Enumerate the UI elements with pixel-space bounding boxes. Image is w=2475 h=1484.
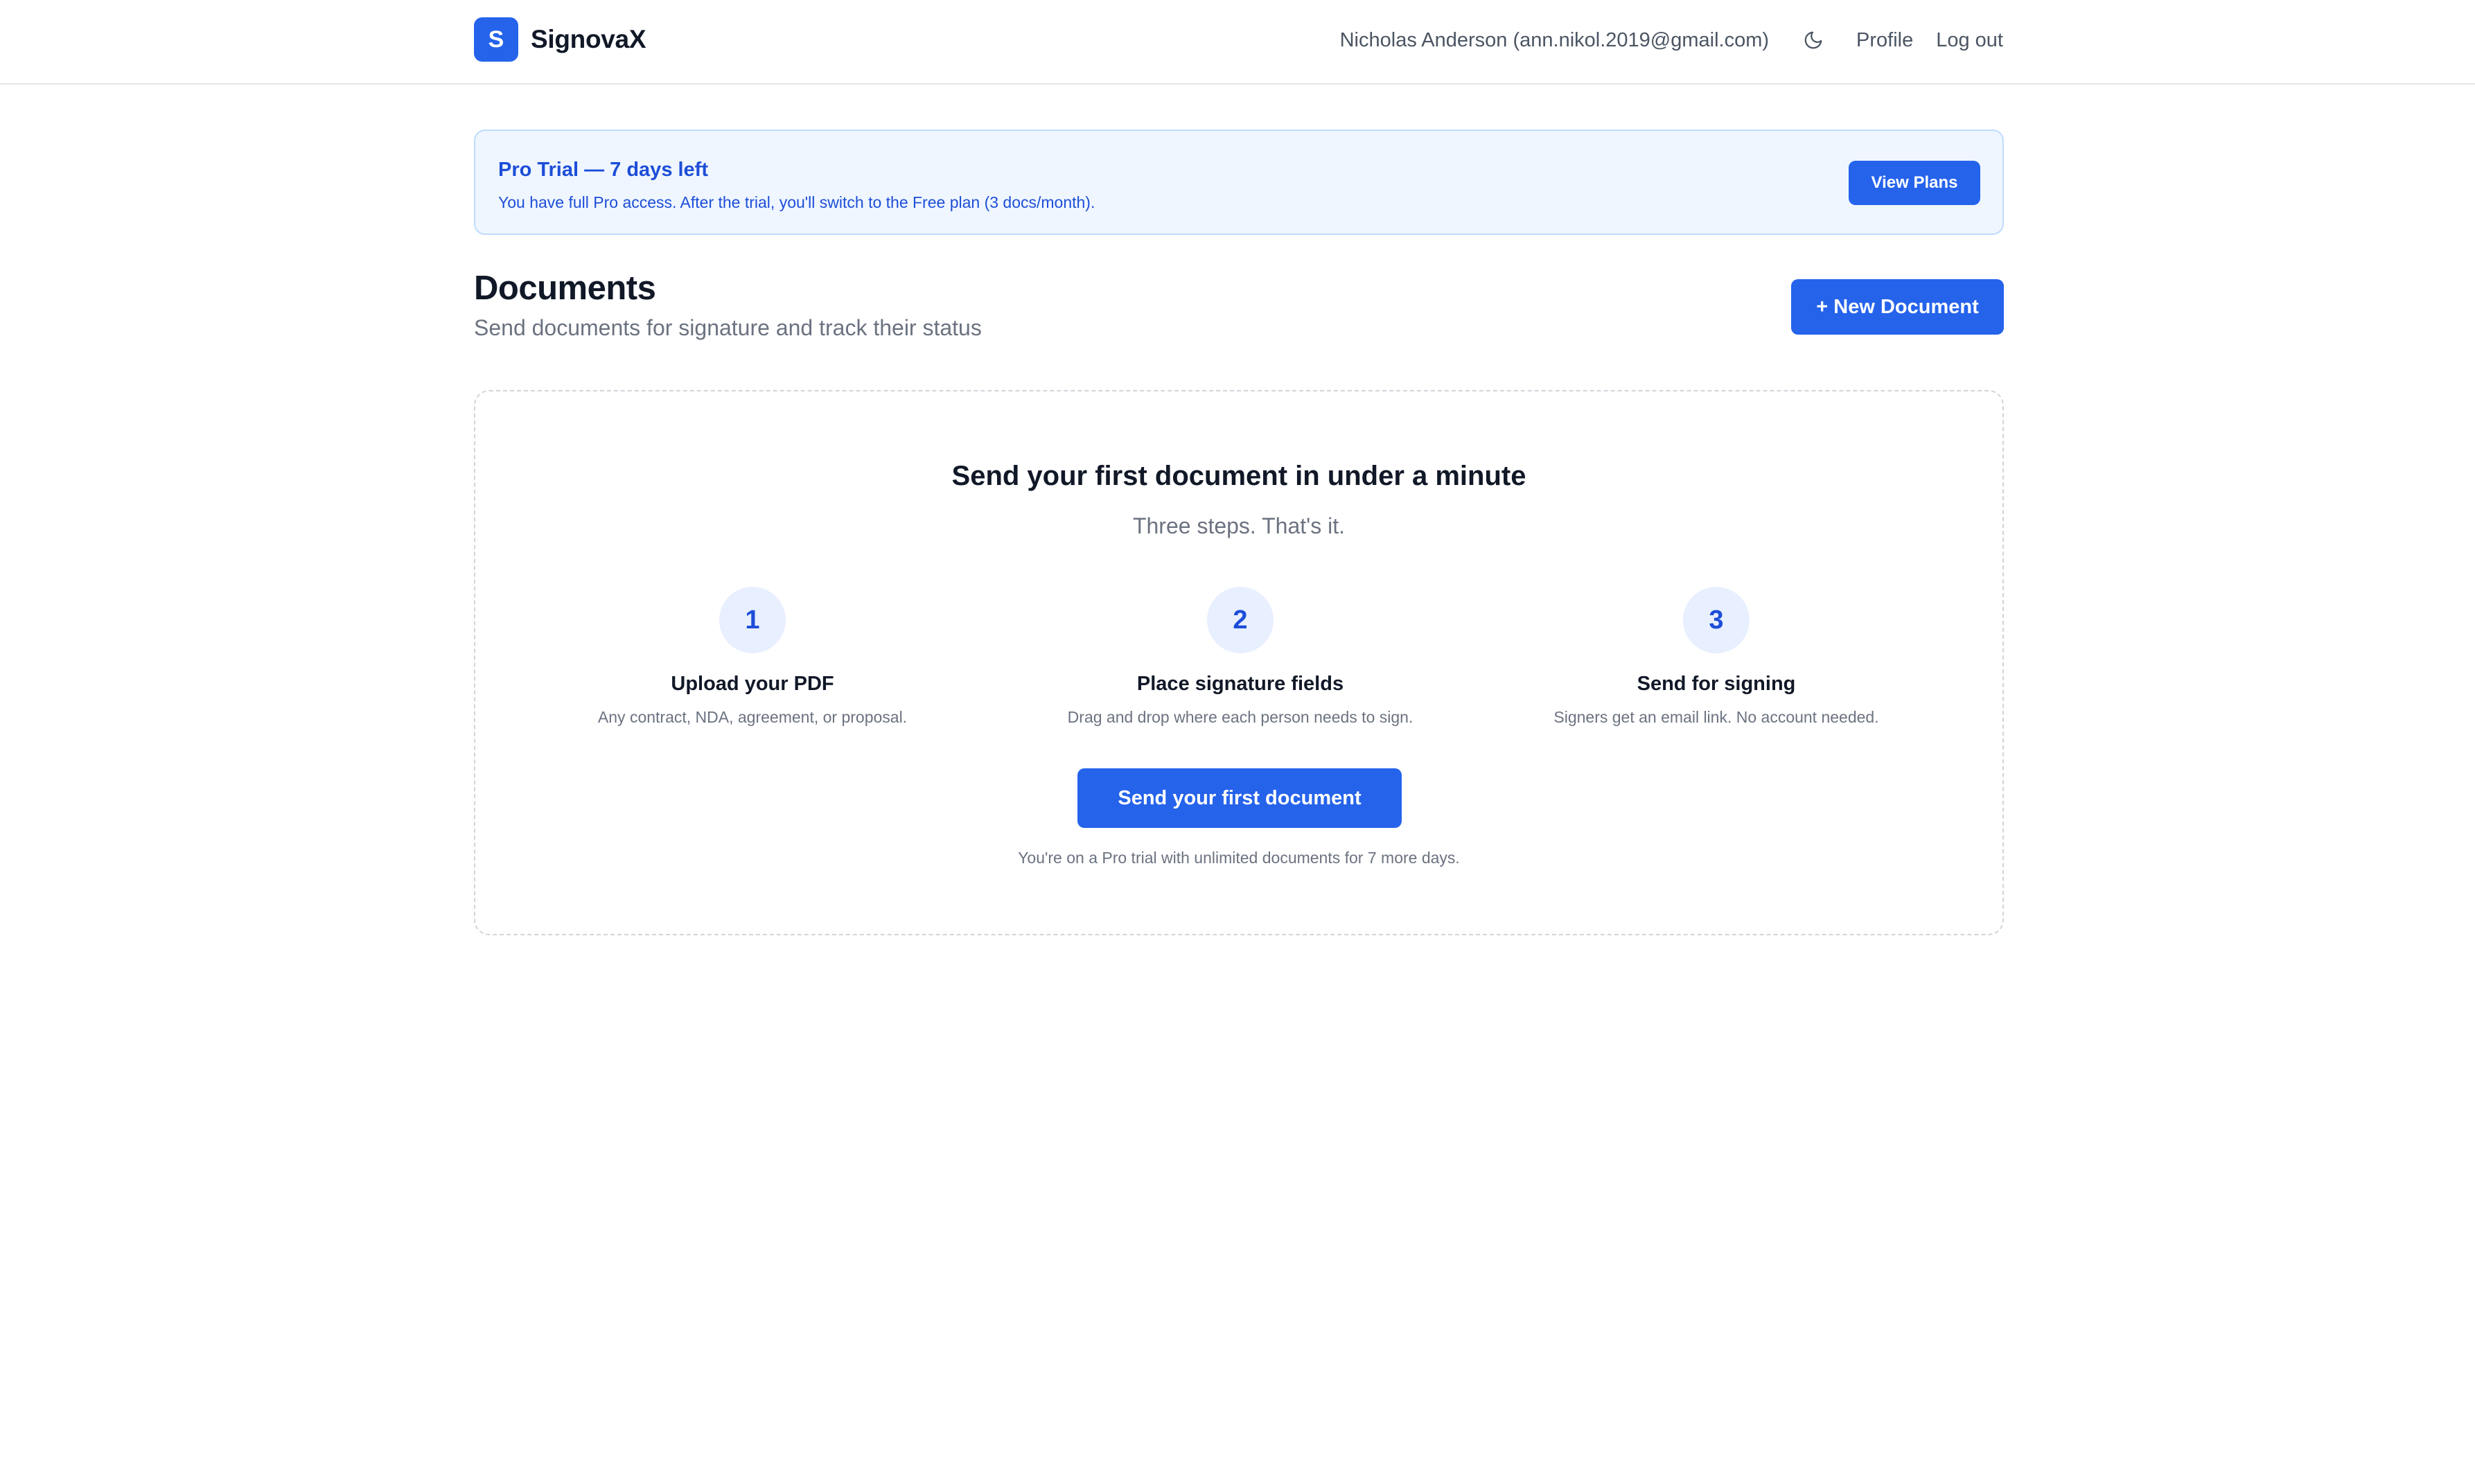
onboarding-step-place-fields: 2 Place signature fields Drag and drop w… [1032,587,1448,727]
step-number-badge: 2 [1207,587,1274,653]
onboarding-card: Send your first document in under a minu… [474,390,2004,935]
logout-link[interactable]: Log out [1936,29,2003,52]
step-title: Send for signing [1637,673,1796,695]
trial-title: Pro Trial — 7 days left [498,159,708,181]
theme-toggle-button[interactable] [1797,24,1830,57]
send-first-document-button[interactable]: Send your first document [1077,768,1402,828]
step-number-badge: 3 [1683,587,1750,653]
step-title: Upload your PDF [671,673,834,695]
moon-icon [1804,31,1822,49]
step-description: Any contract, NDA, agreement, or proposa… [597,708,908,726]
step-description: Drag and drop where each person needs to… [1067,708,1413,726]
onboarding-step-send: 3 Send for signing Signers get an email … [1508,587,1924,727]
nav-actions: Nicholas Anderson (ann.nikol.2019@gmail.… [1340,21,2003,60]
brand[interactable]: S SignovaX [474,17,646,62]
step-description: Signers get an email link. No account ne… [1553,708,1879,726]
onboarding-heading: Send your first document in under a minu… [951,461,1526,491]
top-navigation-bar: S SignovaX Nicholas Anderson (ann.nikol.… [0,0,2475,85]
step-title: Place signature fields [1136,673,1344,695]
profile-link[interactable]: Profile [1856,29,1913,52]
trial-description: You have full Pro access. After the tria… [498,193,1095,211]
step-number-badge: 1 [719,587,786,653]
current-user-label: Nicholas Anderson (ann.nikol.2019@gmail.… [1339,28,1770,51]
onboarding-subheading: Three steps. That's it. [1132,513,1346,538]
page-title: Documents [474,270,656,307]
app-name: SignovaX [531,25,646,53]
view-plans-button[interactable]: View Plans [1849,161,1980,205]
trial-note: You're on a Pro trial with unlimited doc… [1018,849,1460,867]
onboarding-step-upload: 1 Upload your PDF Any contract, NDA, agr… [545,587,960,727]
new-document-button[interactable]: + New Document [1791,279,2004,335]
logo-mark: S [474,17,518,62]
page-subtitle: Send documents for signature and track t… [474,315,982,340]
trial-banner: Pro Trial — 7 days left You have full Pr… [474,130,2004,235]
